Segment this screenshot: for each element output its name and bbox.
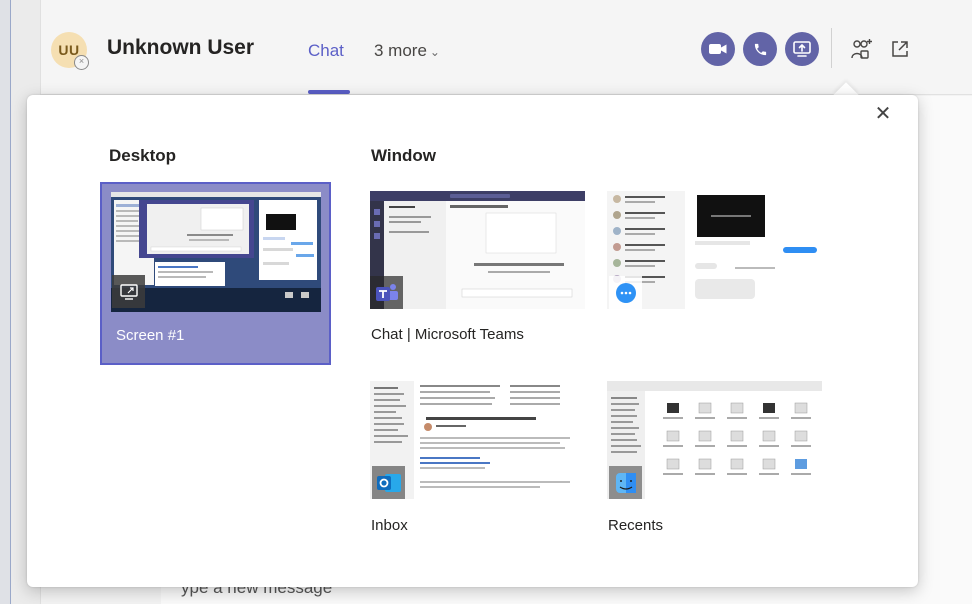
audio-call-button[interactable] bbox=[743, 32, 777, 66]
tab-active-indicator bbox=[308, 90, 350, 94]
teams-icon bbox=[370, 276, 403, 309]
screen-1-label: Screen #1 bbox=[116, 327, 185, 344]
close-icon: ✕ bbox=[874, 103, 892, 125]
phone-icon bbox=[754, 43, 766, 55]
close-button[interactable]: ✕ bbox=[874, 103, 892, 125]
header-divider bbox=[831, 28, 832, 68]
outlook-icon bbox=[372, 466, 405, 499]
presence-offline-icon: × bbox=[74, 55, 89, 70]
window-label-inbox: Inbox bbox=[371, 517, 408, 534]
window-option-recents[interactable] bbox=[607, 381, 822, 499]
tab-chat[interactable]: Chat bbox=[308, 41, 344, 61]
window-option-teams[interactable] bbox=[370, 191, 585, 309]
video-call-button[interactable] bbox=[701, 32, 735, 66]
add-people-icon bbox=[851, 39, 872, 59]
window-option-messages[interactable] bbox=[607, 191, 822, 309]
share-screen-button[interactable] bbox=[785, 32, 819, 66]
pop-out-button[interactable] bbox=[887, 36, 913, 62]
window-label-recents: Recents bbox=[608, 517, 664, 534]
desktop-section-title: Desktop bbox=[109, 146, 177, 165]
chat-user-name[interactable]: Unknown User bbox=[107, 36, 254, 60]
video-camera-icon bbox=[709, 44, 727, 54]
pop-out-icon bbox=[892, 41, 908, 57]
messages-icon bbox=[609, 276, 642, 309]
chevron-down-icon: ⌄ bbox=[429, 45, 440, 59]
screen-share-icon bbox=[112, 275, 145, 308]
tab-more-dropdown[interactable]: 3 more ⌄ bbox=[374, 41, 440, 61]
window-option-inbox[interactable] bbox=[370, 381, 585, 499]
tab-more-label: 3 more bbox=[374, 41, 427, 60]
window-section-title: Window bbox=[371, 146, 436, 165]
share-screen-icon bbox=[793, 41, 811, 57]
window-label-teams: Chat | Microsoft Teams bbox=[371, 326, 524, 343]
screen-1-option[interactable]: Screen #1 bbox=[100, 182, 331, 365]
finder-icon bbox=[609, 466, 642, 499]
add-people-button[interactable] bbox=[849, 36, 875, 62]
